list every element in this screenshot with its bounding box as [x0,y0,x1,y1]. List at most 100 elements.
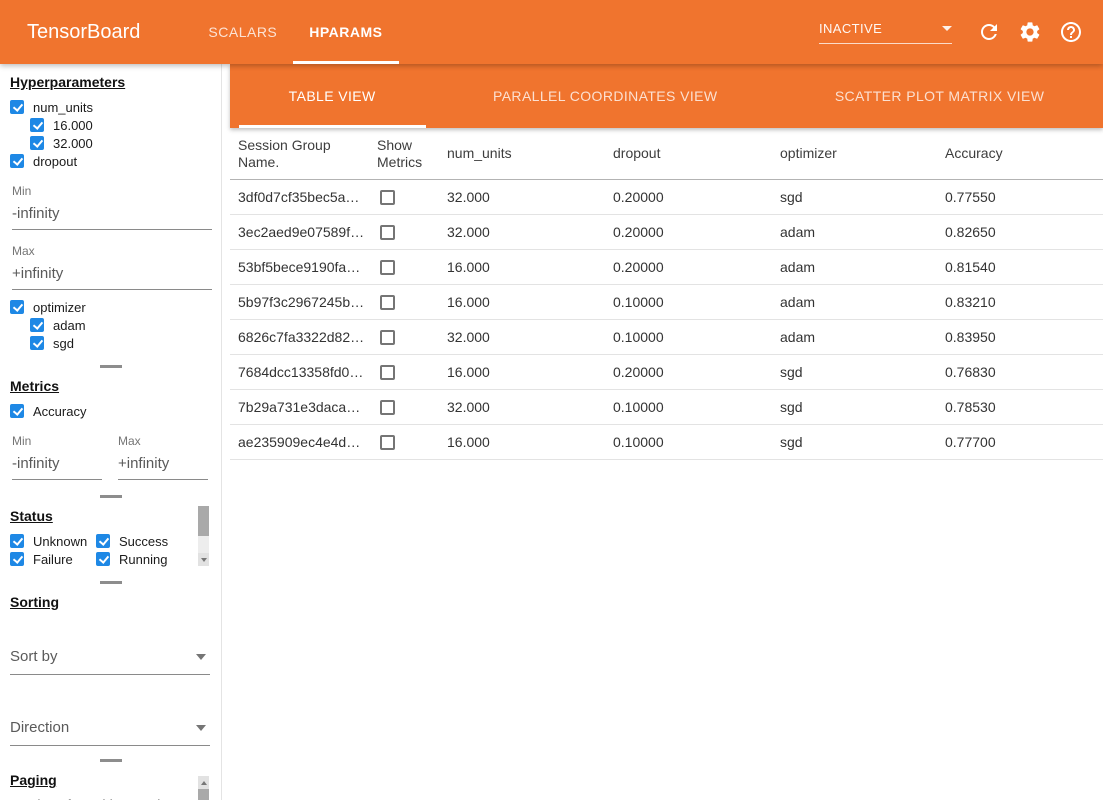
tab-table-view[interactable]: TABLE VIEW [239,64,426,128]
hparam-dropout: dropout [10,152,211,170]
section-resize-handle[interactable] [100,365,122,368]
dropout-cell: 0.20000 [605,224,772,240]
dropout-max-input[interactable]: +infinity [12,258,212,290]
table-row: 7b29a731e3daca… 32.000 0.10000 sgd 0.785… [230,390,1103,425]
show-metrics-checkbox[interactable] [380,190,395,205]
chevron-down-icon [942,26,952,31]
optimizer-label: optimizer [33,300,86,315]
status-section: Status Unknown Success Failure Running [0,504,221,568]
accuracy-cell: 0.83210 [937,294,1103,310]
session-group-name-cell: 7b29a731e3daca… [230,399,369,415]
dropout-min-input[interactable]: -infinity [12,198,212,230]
success-checkbox[interactable] [96,534,110,548]
refresh-icon[interactable] [977,20,1001,44]
scroll-up-button[interactable] [198,776,209,789]
running-checkbox[interactable] [96,552,110,566]
status-success: Success [96,532,211,550]
num-units-label: num_units [33,100,93,115]
hyperparameters-heading: Hyperparameters [10,74,211,90]
status-scrollbar[interactable] [198,506,209,566]
show-metrics-checkbox[interactable] [380,225,395,240]
dropout-cell: 0.10000 [605,434,772,450]
optimizer-cell: adam [772,329,937,345]
matching-groups-text: Number of matching session groups: 8 [10,796,186,800]
optimizer-checkbox[interactable] [10,300,24,314]
scrollbar-thumb[interactable] [198,506,209,536]
num-units-cell: 16.000 [439,259,605,275]
num-units-cell: 32.000 [439,399,605,415]
view-tabs: TABLE VIEW PARALLEL COORDINATES VIEW SCA… [230,64,1103,128]
show-metrics-checkbox[interactable] [380,365,395,380]
paging-scrollbar[interactable] [198,776,209,800]
accuracy-cell: 0.77700 [937,434,1103,450]
col-accuracy: Accuracy [937,137,1103,170]
accuracy-checkbox[interactable] [10,404,24,418]
dropout-cell: 0.20000 [605,364,772,380]
metric-max-input[interactable]: +infinity [118,448,208,480]
unknown-checkbox[interactable] [10,534,24,548]
metrics-section: Metrics Accuracy Min -infinity Max +infi… [0,374,221,482]
tab-parallel-coordinates-view[interactable]: PARALLEL COORDINATES VIEW [443,64,767,128]
dropout-cell: 0.10000 [605,399,772,415]
show-metrics-checkbox[interactable] [380,295,395,310]
optimizer-cell: sgd [772,364,937,380]
show-metrics-checkbox[interactable] [380,260,395,275]
value-32-checkbox[interactable] [30,136,44,150]
topbar-tab-hparams[interactable]: HPARAMS [293,0,398,64]
show-metrics-checkbox[interactable] [380,400,395,415]
metric-min-field: Min -infinity [12,434,102,480]
dropout-max-field: Max +infinity [12,244,212,290]
dropout-max-label: Max [12,244,212,258]
scrollbar-thumb[interactable] [198,789,209,800]
session-group-name-cell: ae235909ec4e4d… [230,434,369,450]
show-metrics-checkbox[interactable] [380,435,395,450]
num-units-cell: 32.000 [439,224,605,240]
adam-checkbox[interactable] [30,318,44,332]
show-metrics-cell [369,364,439,381]
sgd-label: sgd [53,336,74,351]
scrollbar-track[interactable] [198,536,209,553]
table-row: 5b97f3c2967245b… 16.000 0.10000 adam 0.8… [230,285,1103,320]
section-resize-handle[interactable] [100,495,122,498]
session-group-name-cell: 3ec2aed9e07589f… [230,224,369,240]
gear-icon[interactable] [1018,20,1042,44]
value-16-checkbox[interactable] [30,118,44,132]
triangle-up-icon [201,781,207,785]
num-units-cell: 16.000 [439,364,605,380]
table-row: 53bf5bece9190fa… 16.000 0.20000 adam 0.8… [230,250,1103,285]
direction-value: Direction [10,719,69,736]
sorting-section: Sorting Sort by Direction [0,590,221,746]
table-row: 7684dcc13358fd0… 16.000 0.20000 sgd 0.76… [230,355,1103,390]
metric-min-input[interactable]: -infinity [12,448,102,480]
reload-status-value: INACTIVE [819,21,882,36]
reload-status-select[interactable]: INACTIVE [819,21,952,44]
section-resize-handle[interactable] [100,581,122,584]
session-group-name-cell: 6826c7fa3322d82… [230,329,369,345]
success-label: Success [119,534,168,549]
metric-accuracy: Accuracy [10,402,211,420]
status-failure: Failure [10,550,96,568]
num-units-checkbox[interactable] [10,100,24,114]
col-optimizer: optimizer [772,137,937,170]
sgd-checkbox[interactable] [30,336,44,350]
optimizer-cell: adam [772,294,937,310]
direction-dropdown[interactable]: Direction [10,713,210,746]
table-header-row: Session Group Name. Show Metrics num_uni… [230,128,1103,180]
show-metrics-checkbox[interactable] [380,330,395,345]
section-resize-handle[interactable] [100,759,122,762]
num-units-cell: 32.000 [439,189,605,205]
session-group-name-cell: 53bf5bece9190fa… [230,259,369,275]
sort-by-dropdown[interactable]: Sort by [10,642,210,675]
topbar-tab-scalars[interactable]: SCALARS [192,0,293,64]
dropout-checkbox[interactable] [10,154,24,168]
num-units-cell: 16.000 [439,294,605,310]
accuracy-cell: 0.78530 [937,399,1103,415]
hparams-main: TABLE VIEW PARALLEL COORDINATES VIEW SCA… [230,64,1103,800]
help-icon[interactable] [1059,20,1083,44]
scroll-down-button[interactable] [198,553,209,566]
failure-checkbox[interactable] [10,552,24,566]
running-label: Running [119,552,167,567]
tab-scatter-plot-matrix-view[interactable]: SCATTER PLOT MATRIX VIEW [785,64,1095,128]
show-metrics-cell [369,329,439,346]
table-row: 3df0d7cf35bec5a… 32.000 0.20000 sgd 0.77… [230,180,1103,215]
